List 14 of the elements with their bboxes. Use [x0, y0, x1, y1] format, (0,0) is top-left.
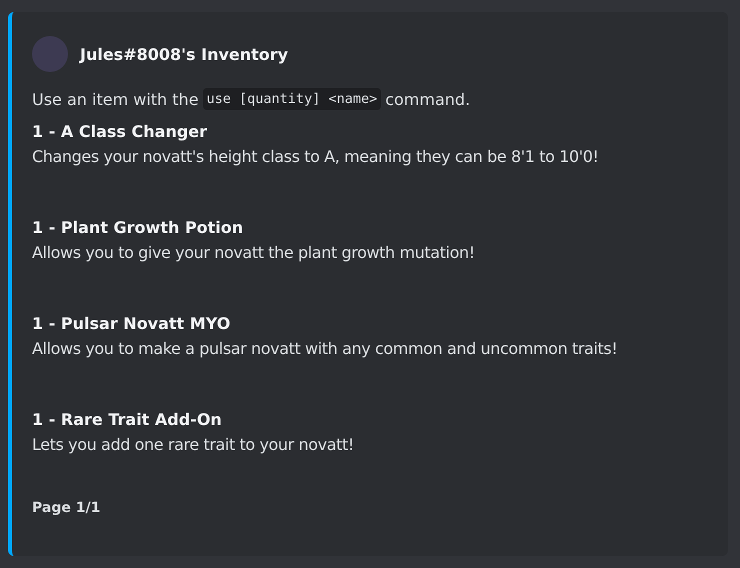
item-name: 1 - Pulsar Novatt MYO [32, 314, 232, 334]
item-description: Changes your novatt's height class to A, meaning they can be 8'1 to 10'0! [32, 146, 600, 168]
avatar [32, 36, 68, 72]
item-name: 1 - Plant Growth Potion [32, 218, 244, 238]
item-description: Allows you to make a pulsar novatt with any common and uncommon traits! [32, 338, 618, 360]
item-name: 1 - Rare Trait Add-On [32, 410, 223, 430]
embed-title: Jules#8008's Inventory [80, 44, 288, 64]
inline-code: use [quantity] <name> [202, 88, 382, 110]
item-description: Lets you add one rare trait to your novatt! [32, 434, 355, 456]
description-text: command. [385, 90, 470, 108]
item-description: Allows you to give your novatt the plant growth mutation! [32, 242, 476, 264]
description-text: Use an item with the [32, 90, 199, 108]
item-name: 1 - A Class Changer [32, 122, 208, 142]
footer-text: Page 1/1 [32, 500, 102, 516]
